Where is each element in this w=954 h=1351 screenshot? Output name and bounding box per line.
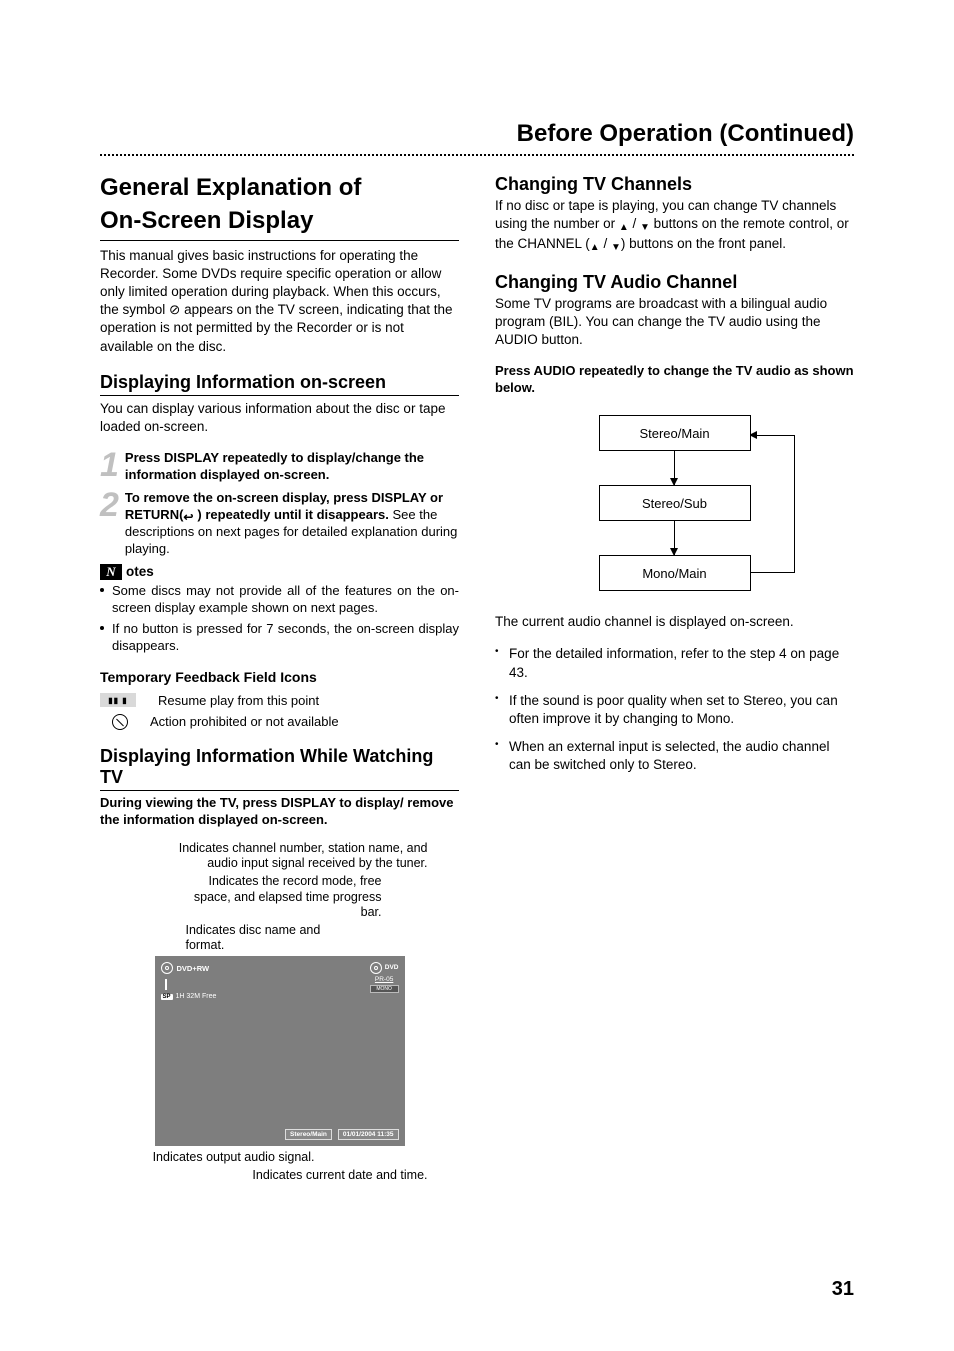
osd-diagram: Indicates channel number, station name, …: [130, 841, 430, 1184]
callout-recmode: Indicates the record mode, free space, a…: [186, 874, 382, 921]
manual-page: Before Operation (Continued) General Exp…: [0, 0, 954, 1351]
page-number: 31: [832, 1278, 854, 1301]
callout-tuner: Indicates channel number, station name, …: [176, 841, 428, 872]
section-title-line-1: General Explanation of: [100, 174, 459, 203]
prohibit-icon: [112, 714, 128, 730]
down-arrow-icon: [611, 237, 621, 255]
osd-audio: Stereo/Main: [285, 1129, 332, 1140]
return-icon: [183, 509, 197, 519]
note-item: If no button is pressed for 7 seconds, t…: [100, 620, 459, 655]
step-1: 1 Press DISPLAY repeatedly to display/ch…: [100, 450, 459, 484]
displaying-info-paragraph: You can display various information abou…: [100, 400, 459, 436]
up-arrow-icon: [590, 237, 600, 255]
osd-channel: PR-05: [370, 976, 399, 984]
subhead-audio-channel: Changing TV Audio Channel: [495, 272, 854, 293]
title-rule: [100, 240, 459, 241]
left-column: General Explanation of On-Screen Display…: [100, 174, 459, 1183]
audio-instruction: Press AUDIO repeatedly to change the TV …: [495, 363, 854, 397]
audio-note-item: If the sound is poor quality when set to…: [495, 692, 854, 728]
audio-note-item: For the detailed information, refer to t…: [495, 645, 854, 681]
up-arrow-icon: [619, 217, 629, 235]
down-arrow-icon: [640, 217, 650, 235]
callout-audio: Indicates output audio signal.: [130, 1150, 315, 1166]
step-1-text: Press DISPLAY repeatedly to display/chan…: [125, 450, 424, 482]
progress-bar-icon: [165, 979, 167, 990]
audio-note-item: When an external input is selected, the …: [495, 738, 854, 774]
osd-left-group: DVD+RW SP 1H 32M Free: [161, 962, 261, 992]
osd-free: 1H 32M Free: [176, 993, 217, 1000]
header-row: Before Operation (Continued): [100, 120, 854, 148]
running-head: Before Operation (Continued): [517, 120, 854, 148]
callout-discname: Indicates disc name and format.: [186, 923, 350, 954]
notes-icon: N: [100, 564, 122, 580]
osd-bottom-row: Stereo/Main 01/01/2004 11:35: [161, 1129, 399, 1140]
flow-loop-bottom: [750, 572, 795, 573]
subhead-channels: Changing TV Channels: [495, 174, 854, 195]
flow-loop-top: [750, 435, 795, 436]
notes-list: Some discs may not provide all of the fe…: [100, 582, 459, 655]
two-column-layout: General Explanation of On-Screen Display…: [100, 174, 854, 1183]
step-2-bold-b: ) repeatedly until it disappears.: [197, 507, 388, 522]
flow-arrow: [674, 521, 675, 555]
flow-box-2: Stereo/Sub: [599, 485, 751, 521]
osd-right-group: DVD PR-05 MONO: [370, 962, 399, 993]
osd-screen: DVD+RW SP 1H 32M Free DVD PR-05 MONO: [155, 956, 405, 1146]
osd-dvd: DVD: [385, 964, 399, 972]
notes-label: otes: [126, 564, 154, 579]
subhead-watching-tv: Displaying Information While Watching TV: [100, 746, 459, 788]
step-2-number: 2: [100, 490, 119, 558]
flow-box-3: Mono/Main: [599, 555, 751, 591]
step-2-text: To remove the on-screen display, press D…: [125, 490, 459, 558]
resume-label: Resume play from this point: [158, 693, 319, 708]
disc-icon: [161, 962, 173, 974]
note-item: Some discs may not provide all of the fe…: [100, 582, 459, 617]
step-1-number: 1: [100, 450, 119, 484]
subhead-displaying-info: Displaying Information on-screen: [100, 372, 459, 393]
disc-icon-small: [370, 962, 382, 974]
subhead-rule-2: [100, 790, 459, 791]
section-title-line-2: On-Screen Display: [100, 207, 459, 236]
channels-paragraph: If no disc or tape is playing, you can c…: [495, 197, 854, 256]
after-flow-paragraph: The current audio channel is displayed o…: [495, 613, 854, 631]
icon-row-prohibit: Action prohibited or not available: [100, 714, 459, 730]
icon-row-resume: ▮▮ ▮ Resume play from this point: [100, 693, 459, 708]
audio-notes-list: For the detailed information, refer to t…: [495, 645, 854, 774]
osd-mono-badge: MONO: [370, 985, 399, 993]
tv-instruction: During viewing the TV, press DISPLAY to …: [100, 795, 459, 829]
osd-format: DVD+RW: [177, 964, 210, 973]
prohibit-label: Action prohibited or not available: [150, 714, 339, 729]
channels-text-c: ) buttons on the front panel.: [621, 236, 786, 251]
subhead-rule: [100, 395, 459, 396]
header-divider: [100, 154, 854, 156]
step-2: 2 To remove the on-screen display, press…: [100, 490, 459, 558]
audio-flowchart: Stereo/Main Stereo/Sub Mono/Main: [535, 409, 815, 597]
flow-arrow: [674, 451, 675, 485]
flow-loop-vertical: [794, 435, 795, 573]
osd-datetime: 01/01/2004 11:35: [338, 1129, 399, 1140]
callout-datetime: Indicates current date and time.: [130, 1168, 428, 1184]
flow-box-1: Stereo/Main: [599, 415, 751, 451]
feedback-icons-head: Temporary Feedback Field Icons: [100, 669, 459, 685]
right-column: Changing TV Channels If no disc or tape …: [495, 174, 854, 1183]
notes-head: N otes: [100, 564, 459, 580]
sp-badge: SP: [161, 994, 173, 1000]
intro-paragraph: This manual gives basic instructions for…: [100, 247, 459, 356]
audio-paragraph: Some TV programs are broadcast with a bi…: [495, 295, 854, 350]
resume-marker-icon: ▮▮ ▮: [100, 693, 136, 707]
